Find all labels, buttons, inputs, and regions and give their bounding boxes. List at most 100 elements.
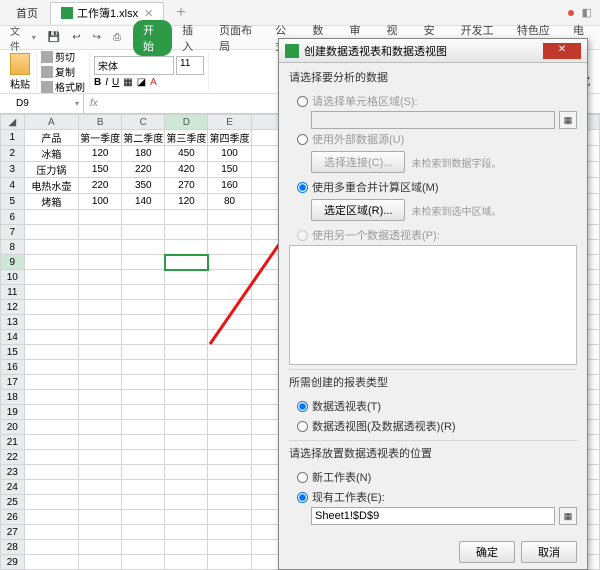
ribbon-tab-insert[interactable]: 插入 [174, 19, 209, 57]
row-header[interactable]: 2 [1, 146, 25, 162]
cell[interactable] [79, 360, 122, 375]
opt-another-pivot[interactable]: 使用另一个数据透视表(P): [289, 225, 577, 245]
row-header[interactable]: 13 [1, 315, 25, 330]
cell[interactable] [165, 540, 208, 555]
cell[interactable] [122, 270, 165, 285]
copy-button[interactable]: 复制 [41, 64, 85, 79]
col-header[interactable]: E [208, 115, 251, 130]
cell[interactable] [79, 510, 122, 525]
name-box[interactable]: D9 [0, 94, 84, 113]
cell[interactable] [24, 465, 79, 480]
cell[interactable] [24, 360, 79, 375]
ok-button[interactable]: 确定 [459, 541, 515, 563]
cell[interactable] [165, 450, 208, 465]
cell[interactable] [165, 210, 208, 225]
cell[interactable] [165, 330, 208, 345]
row-header[interactable]: 29 [1, 555, 25, 570]
cell[interactable] [24, 525, 79, 540]
cell[interactable] [208, 450, 251, 465]
radio-existing-sheet[interactable] [297, 492, 308, 503]
radio-pivot-table[interactable] [297, 401, 308, 412]
cell[interactable] [208, 435, 251, 450]
cell[interactable] [122, 225, 165, 240]
cell[interactable] [165, 435, 208, 450]
cell[interactable]: 140 [122, 194, 165, 210]
cell[interactable] [79, 390, 122, 405]
cell[interactable] [24, 375, 79, 390]
bold-button[interactable]: B [94, 77, 101, 88]
radio-external[interactable] [297, 134, 308, 145]
cell[interactable] [79, 420, 122, 435]
cell[interactable] [24, 405, 79, 420]
cell[interactable]: 第二季度 [122, 130, 165, 146]
col-header[interactable]: A [24, 115, 79, 130]
cell[interactable] [122, 510, 165, 525]
cell[interactable] [208, 555, 251, 570]
row-header[interactable]: 11 [1, 285, 25, 300]
cell[interactable]: 电热水壶 [24, 178, 79, 194]
cell[interactable] [122, 420, 165, 435]
cell[interactable]: 烤箱 [24, 194, 79, 210]
row-header[interactable]: 10 [1, 270, 25, 285]
cell[interactable]: 350 [122, 178, 165, 194]
cell[interactable] [79, 525, 122, 540]
row-header[interactable]: 7 [1, 225, 25, 240]
cell[interactable] [122, 360, 165, 375]
cell[interactable] [208, 270, 251, 285]
cell[interactable] [165, 270, 208, 285]
cell[interactable] [165, 405, 208, 420]
cell[interactable] [79, 240, 122, 255]
cell[interactable] [208, 420, 251, 435]
cell[interactable] [24, 285, 79, 300]
cell[interactable] [79, 555, 122, 570]
cell[interactable] [79, 495, 122, 510]
cell[interactable] [79, 345, 122, 360]
cell[interactable] [165, 555, 208, 570]
range-pick-button[interactable]: ▦ [559, 111, 577, 129]
cell[interactable] [122, 525, 165, 540]
cell[interactable] [24, 330, 79, 345]
cell[interactable] [122, 315, 165, 330]
cell[interactable]: 100 [79, 194, 122, 210]
cell[interactable] [208, 240, 251, 255]
radio-select-range[interactable] [297, 96, 308, 107]
row-header[interactable]: 28 [1, 540, 25, 555]
cell[interactable] [208, 525, 251, 540]
cell[interactable]: 420 [165, 162, 208, 178]
cell[interactable] [79, 450, 122, 465]
cell[interactable] [79, 285, 122, 300]
row-header[interactable]: 21 [1, 435, 25, 450]
cell[interactable] [165, 240, 208, 255]
cell[interactable]: 220 [122, 162, 165, 178]
cell[interactable]: 120 [165, 194, 208, 210]
tab-close-icon[interactable]: ✕ [144, 7, 153, 20]
cell[interactable]: 产品 [24, 130, 79, 146]
row-header[interactable]: 27 [1, 525, 25, 540]
cell[interactable] [24, 420, 79, 435]
row-header[interactable]: 23 [1, 465, 25, 480]
cell[interactable] [24, 480, 79, 495]
cell[interactable] [165, 525, 208, 540]
row-header[interactable]: 5 [1, 194, 25, 210]
row-header[interactable]: 9 [1, 255, 25, 270]
cell[interactable] [165, 225, 208, 240]
italic-button[interactable]: I [105, 77, 108, 88]
ribbon-tab-start[interactable]: 开始 [133, 20, 172, 56]
cell[interactable] [208, 405, 251, 420]
cell[interactable] [208, 510, 251, 525]
row-header[interactable]: 1 [1, 130, 25, 146]
cell[interactable]: 220 [79, 178, 122, 194]
file-menu[interactable]: 文件 [4, 21, 42, 55]
cell[interactable] [165, 315, 208, 330]
qat-print[interactable]: ⎙ [107, 30, 127, 45]
cell[interactable] [79, 375, 122, 390]
cell[interactable] [79, 540, 122, 555]
opt-external[interactable]: 使用外部数据源(U) [289, 129, 577, 149]
cell[interactable]: 第四季度 [208, 130, 251, 146]
cell[interactable] [165, 300, 208, 315]
select-all-corner[interactable]: ◢ [1, 115, 25, 130]
cell[interactable] [208, 345, 251, 360]
row-header[interactable]: 15 [1, 345, 25, 360]
cell[interactable]: 180 [122, 146, 165, 162]
qat-redo[interactable]: ↪ [87, 30, 107, 45]
